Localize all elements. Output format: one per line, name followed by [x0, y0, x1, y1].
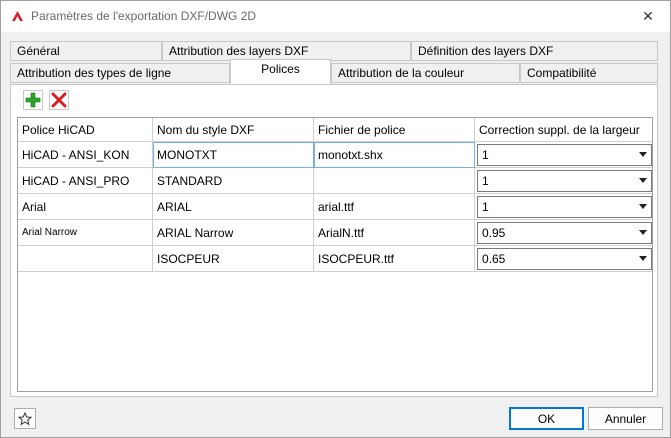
delete-row-button[interactable]	[49, 90, 69, 110]
hicad-font-cell[interactable]: Arial Narrow	[18, 220, 153, 246]
cancel-button[interactable]: Annuler	[588, 407, 663, 430]
font-file-cell[interactable]: ArialN.ttf	[314, 220, 475, 246]
ok-button[interactable]: OK	[509, 407, 584, 430]
table-row: Arial ARIAL arial.ttf 1	[18, 194, 652, 220]
width-correction-dropdown[interactable]: 1	[477, 169, 652, 192]
fonts-table: Police HiCAD Nom du style DXF Fichier de…	[17, 117, 653, 392]
dxf-style-cell[interactable]: ARIAL Narrow	[153, 220, 314, 246]
hicad-app-icon	[12, 11, 23, 21]
dxf-style-cell[interactable]: ARIAL	[153, 194, 314, 220]
width-correction-cell: 1	[475, 168, 652, 194]
width-correction-dropdown[interactable]: 0.65	[477, 247, 652, 270]
dialog-window: Paramètres de l'exportation DXF/DWG 2D ✕…	[0, 0, 671, 438]
width-correction-dropdown[interactable]: 0.95	[477, 221, 652, 244]
width-correction-cell: 1	[475, 142, 652, 168]
table-row: Arial Narrow ARIAL Narrow ArialN.ttf 0.9…	[18, 220, 652, 246]
column-header-font-file[interactable]: Fichier de police	[314, 118, 475, 142]
tab-fonts[interactable]: Polices	[230, 59, 331, 84]
column-header-hicad-font[interactable]: Police HiCAD	[18, 118, 153, 142]
width-correction-cell: 1	[475, 194, 652, 220]
column-header-dxf-style[interactable]: Nom du style DXF	[153, 118, 314, 142]
fonts-panel: Police HiCAD Nom du style DXF Fichier de…	[10, 84, 658, 397]
font-file-cell[interactable]: ISOCPEUR.ttf	[314, 246, 475, 272]
dxf-style-cell[interactable]: ISOCPEUR	[153, 246, 314, 272]
width-correction-cell: 0.65	[475, 246, 652, 272]
font-file-cell[interactable]: monotxt.shx	[314, 142, 475, 168]
title-bar: Paramètres de l'exportation DXF/DWG 2D ✕	[1, 1, 670, 32]
chevron-down-icon	[639, 230, 647, 235]
tab-layer-definition[interactable]: Définition des layers DXF	[411, 41, 658, 61]
tab-general[interactable]: Général	[10, 41, 162, 61]
tab-layer-attribution[interactable]: Attribution des layers DXF	[162, 41, 411, 61]
hicad-font-cell[interactable]: HiCAD - ANSI_PRO	[18, 168, 153, 194]
tab-compatibility[interactable]: Compatibilité	[520, 63, 658, 83]
hicad-font-cell[interactable]: HiCAD - ANSI_KON	[18, 142, 153, 168]
window-title: Paramètres de l'exportation DXF/DWG 2D	[31, 9, 257, 23]
tab-line-type-attribution[interactable]: Attribution des types de ligne	[10, 63, 230, 83]
dxf-style-cell[interactable]: STANDARD	[153, 168, 314, 194]
chevron-down-icon	[639, 152, 647, 157]
close-button[interactable]: ✕	[625, 1, 671, 32]
column-header-width-correction[interactable]: Correction suppl. de la largeur	[475, 118, 652, 142]
chevron-down-icon	[639, 178, 647, 183]
delete-x-icon	[51, 92, 67, 108]
hicad-font-cell[interactable]: Arial	[18, 194, 153, 220]
close-icon: ✕	[642, 8, 654, 24]
star-icon	[18, 411, 32, 425]
font-file-cell[interactable]: arial.ttf	[314, 194, 475, 220]
table-row: ISOCPEUR ISOCPEUR.ttf 0.65	[18, 246, 652, 272]
width-correction-dropdown[interactable]: 1	[477, 195, 652, 218]
add-row-button[interactable]	[23, 90, 43, 110]
table-header: Police HiCAD Nom du style DXF Fichier de…	[18, 118, 652, 142]
chevron-down-icon	[639, 204, 647, 209]
chevron-down-icon	[639, 256, 647, 261]
tab-color-attribution[interactable]: Attribution de la couleur	[331, 63, 520, 83]
table-row: HiCAD - ANSI_PRO STANDARD 1	[18, 168, 652, 194]
font-file-cell[interactable]	[314, 168, 475, 194]
favorites-button[interactable]	[14, 408, 36, 429]
hicad-font-cell[interactable]	[18, 246, 153, 272]
table-row: HiCAD - ANSI_KON MONOTXT monotxt.shx 1	[18, 142, 652, 168]
plus-icon	[25, 92, 41, 108]
dxf-style-cell[interactable]: MONOTXT	[153, 142, 314, 168]
width-correction-dropdown[interactable]: 1	[477, 143, 652, 166]
width-correction-cell: 0.95	[475, 220, 652, 246]
